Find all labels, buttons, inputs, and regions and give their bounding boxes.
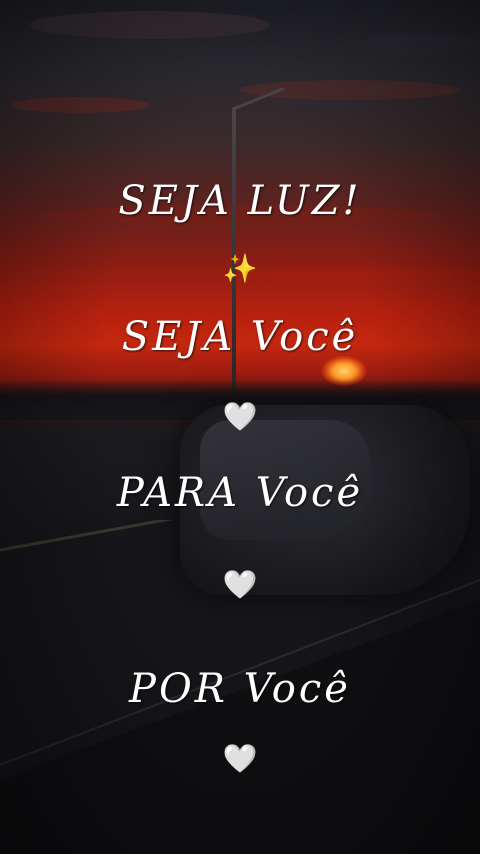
sparkles-icon: ✨ (222, 252, 258, 285)
white-heart-icon: 🤍 (222, 400, 258, 433)
white-heart-icon: 🤍 (222, 742, 258, 775)
background-scene: SEJA LUZ! ✨ SEJA Você 🤍 PARA Você 🤍 POR … (0, 0, 480, 854)
lyric-line-1: SEJA LUZ! (118, 178, 362, 224)
lyrics-overlay: SEJA LUZ! ✨ SEJA Você 🤍 PARA Você 🤍 POR … (0, 0, 480, 854)
lyric-line-3: PARA Você (116, 470, 364, 516)
lyric-line-2: SEJA Você (121, 314, 359, 360)
lyric-line-4: POR Você (129, 666, 351, 712)
white-heart-icon: 🤍 (222, 568, 258, 601)
